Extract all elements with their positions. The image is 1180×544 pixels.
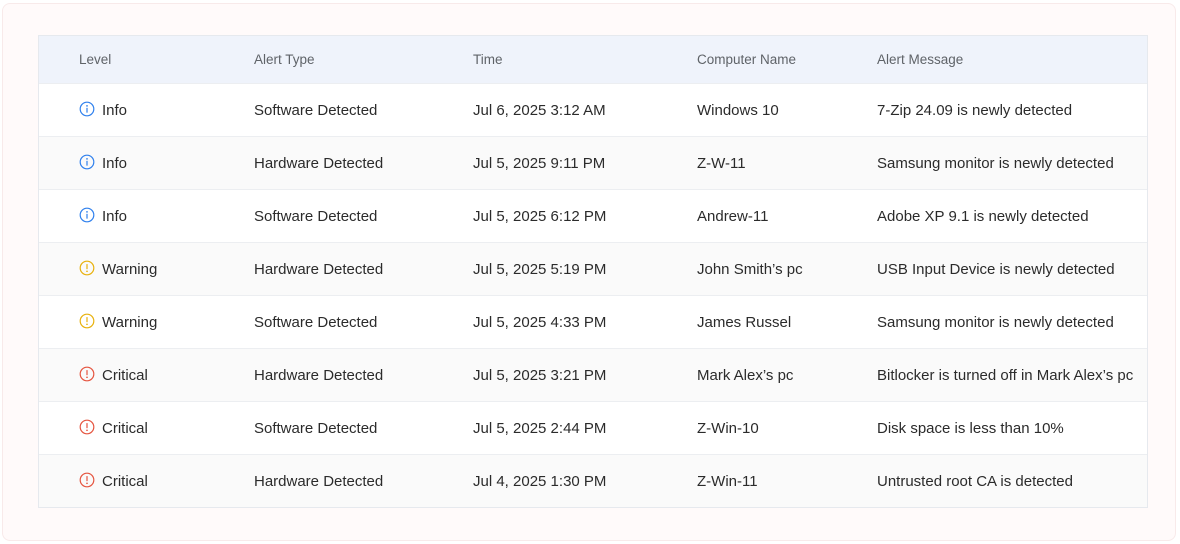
- computer-name-cell: Mark Alex’s pc: [697, 366, 794, 384]
- level-label: Critical: [102, 472, 148, 490]
- alert-type-cell: Hardware Detected: [254, 260, 384, 278]
- warning-icon: [79, 260, 95, 276]
- column-header-alert-message[interactable]: Alert Message: [877, 36, 963, 83]
- level-label: Info: [102, 154, 128, 172]
- level-label: Warning: [102, 313, 158, 331]
- alert-type-cell: Software Detected: [254, 207, 378, 225]
- level-cell: Info: [79, 190, 127, 242]
- table-row[interactable]: Info Software Detected Jul 5, 2025 6:12 PM…: [39, 189, 1147, 242]
- alert-message-cell: USB Input Device is newly detected: [877, 260, 1115, 278]
- level-cell: Critical: [79, 349, 148, 401]
- info-icon: [79, 207, 95, 223]
- computer-name-cell: Windows 10: [697, 101, 779, 119]
- level-label: Critical: [102, 419, 148, 437]
- alert-type-cell: Hardware Detected: [254, 154, 384, 172]
- time-cell: Jul 5, 2025 2:44 PM: [473, 419, 607, 437]
- alert-type-cell: Hardware Detected: [254, 472, 384, 490]
- computer-name-cell: James Russel: [697, 313, 792, 331]
- critical-icon: [79, 419, 95, 435]
- warning-icon: [79, 313, 95, 329]
- column-header-alert-type[interactable]: Alert Type: [254, 36, 315, 83]
- level-label: Info: [102, 207, 128, 225]
- level-cell: Critical: [79, 402, 148, 454]
- column-header-time[interactable]: Time: [473, 36, 503, 83]
- info-icon: [79, 154, 95, 170]
- time-cell: Jul 5, 2025 5:19 PM: [473, 260, 607, 278]
- table-body: Info Software Detected Jul 6, 2025 3:12 AM…: [39, 83, 1147, 507]
- info-icon: [79, 101, 95, 117]
- alert-message-cell: Untrusted root CA is detected: [877, 472, 1073, 490]
- level-cell: Critical: [79, 455, 148, 507]
- alert-message-cell: 7-Zip 24.09 is newly detected: [877, 101, 1073, 119]
- computer-name-cell: John Smith’s pc: [697, 260, 803, 278]
- table-row[interactable]: Critical Hardware Detected Jul 5, 2025 3:2…: [39, 348, 1147, 401]
- time-cell: Jul 5, 2025 4:33 PM: [473, 313, 607, 331]
- alerts-panel: Level Alert Type Time Computer Name Aler…: [2, 3, 1176, 541]
- level-label: Warning: [102, 260, 158, 278]
- table-header: Level Alert Type Time Computer Name Aler…: [39, 36, 1147, 83]
- column-header-computer-name[interactable]: Computer Name: [697, 36, 796, 83]
- level-label: Info: [102, 101, 128, 119]
- table-row[interactable]: Warning Hardware Detected Jul 5, 2025 5:19…: [39, 242, 1147, 295]
- table-row[interactable]: Warning Software Detected Jul 5, 2025 4:33…: [39, 295, 1147, 348]
- time-cell: Jul 4, 2025 1:30 PM: [473, 472, 607, 490]
- alert-type-cell: Software Detected: [254, 101, 378, 119]
- level-cell: Info: [79, 137, 127, 189]
- time-cell: Jul 5, 2025 6:12 PM: [473, 207, 607, 225]
- column-header-level[interactable]: Level: [79, 36, 111, 83]
- critical-icon: [79, 366, 95, 382]
- time-cell: Jul 5, 2025 9:11 PM: [473, 154, 606, 172]
- computer-name-cell: Z-Win-11: [697, 472, 758, 490]
- alert-message-cell: Bitlocker is turned off in Mark Alex’s p…: [877, 366, 1134, 384]
- alert-message-cell: Samsung monitor is newly detected: [877, 313, 1114, 331]
- table-row[interactable]: Critical Software Detected Jul 5, 2025 2:4…: [39, 401, 1147, 454]
- alert-type-cell: Hardware Detected: [254, 366, 384, 384]
- table-row[interactable]: Info Software Detected Jul 6, 2025 3:12 AM…: [39, 83, 1147, 136]
- time-cell: Jul 6, 2025 3:12 AM: [473, 101, 606, 119]
- alert-type-cell: Software Detected: [254, 313, 378, 331]
- level-cell: Warning: [79, 296, 157, 348]
- alert-message-cell: Adobe XP 9.1 is newly detected: [877, 207, 1089, 225]
- alert-message-cell: Disk space is less than 10%: [877, 419, 1064, 437]
- computer-name-cell: Andrew-11: [697, 207, 769, 225]
- level-label: Critical: [102, 366, 148, 384]
- table-row[interactable]: Info Hardware Detected Jul 5, 2025 9:11 PM…: [39, 136, 1147, 189]
- alert-message-cell: Samsung monitor is newly detected: [877, 154, 1114, 172]
- level-cell: Warning: [79, 243, 157, 295]
- computer-name-cell: Z-Win-10: [697, 419, 759, 437]
- table-row[interactable]: Critical Hardware Detected Jul 4, 2025 1:3…: [39, 454, 1147, 507]
- alert-type-cell: Software Detected: [254, 419, 378, 437]
- level-cell: Info: [79, 84, 127, 136]
- computer-name-cell: Z-W-11: [697, 154, 746, 172]
- critical-icon: [79, 472, 95, 488]
- time-cell: Jul 5, 2025 3:21 PM: [473, 366, 607, 384]
- alerts-table: Level Alert Type Time Computer Name Aler…: [38, 35, 1148, 508]
